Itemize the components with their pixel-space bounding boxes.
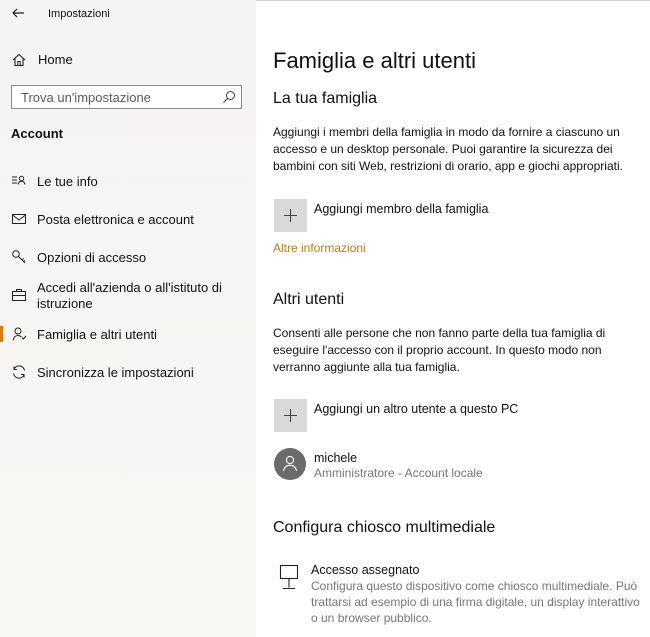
user-role: Amministratore - Account locale [314,466,483,480]
avatar[interactable] [274,448,306,480]
sidebar-item-your-info[interactable]: Le tue info [0,173,256,191]
search-icon[interactable] [222,90,236,104]
sidebar-item-label: Sincronizza le impostazioni [37,365,194,380]
sync-icon [13,365,25,379]
mail-icon [12,214,26,224]
plus-icon [284,209,297,222]
other-users-description: Consenti alle persone che non fanno part… [273,326,606,374]
sidebar-item-label: Posta elettronica e account [37,212,194,227]
search-input[interactable] [12,86,212,108]
sidebar-item-sync[interactable]: Sincronizza le impostazioni [0,364,256,382]
family-description: Aggiungi i membri della famiglia in modo… [273,125,623,173]
user-name[interactable]: michele [314,451,357,465]
sidebar-item-label: Accedi all'azienda o all'istituto di ist… [37,280,222,311]
sidebar-item-label: Famiglia e altri utenti [37,327,157,342]
app-title: Impostazioni [48,8,110,20]
key-icon [12,250,26,264]
sidebar-item-work-school[interactable]: Accedi all'azienda o all'istituto di ist… [0,279,256,313]
sidebar-item-label: Le tue info [37,174,98,189]
briefcase-icon [12,289,26,301]
sidebar-item-family[interactable]: Famiglia e altri utenti [0,326,256,344]
home-icon [12,53,26,67]
user-icon [282,455,298,472]
sidebar-item-sign-in-options[interactable]: Opzioni di accesso [0,249,256,267]
add-other-user-label[interactable]: Aggiungi un altro utente a questo PC [314,402,518,416]
kiosk-description: Configura questo dispositivo come chiosc… [311,579,640,625]
home-button[interactable]: Home [0,48,256,72]
assigned-access-link[interactable]: Accesso assegnato [311,563,419,577]
home-label: Home [38,52,73,67]
title-bar: Impostazioni [0,0,256,30]
add-other-user-button[interactable] [274,399,307,432]
back-arrow-icon[interactable] [9,4,27,22]
more-info-link[interactable]: Altre informazioni [273,241,366,255]
sidebar-item-email[interactable]: Posta elettronica e account [0,211,256,229]
kiosk-icon [279,564,299,590]
main-content: Famiglia e altri utenti La tua famiglia … [256,0,650,637]
family-heading: La tua famiglia [273,90,378,107]
add-family-member-button[interactable] [274,199,307,232]
plus-icon [284,409,297,422]
other-users-heading: Altri utenti [273,291,345,308]
sidebar-item-label: Opzioni di accesso [37,250,147,265]
person-icon [12,327,27,341]
add-family-member-label[interactable]: Aggiungi membro della famiglia [314,202,488,216]
sidebar: Impostazioni Home Account Le tue info Po… [0,0,256,637]
section-label: Account [11,126,63,141]
search-box[interactable] [11,85,242,109]
page-title: Famiglia e altri utenti [273,48,476,73]
kiosk-heading: Configura chiosco multimediale [273,519,496,536]
person-card-icon [12,175,26,185]
